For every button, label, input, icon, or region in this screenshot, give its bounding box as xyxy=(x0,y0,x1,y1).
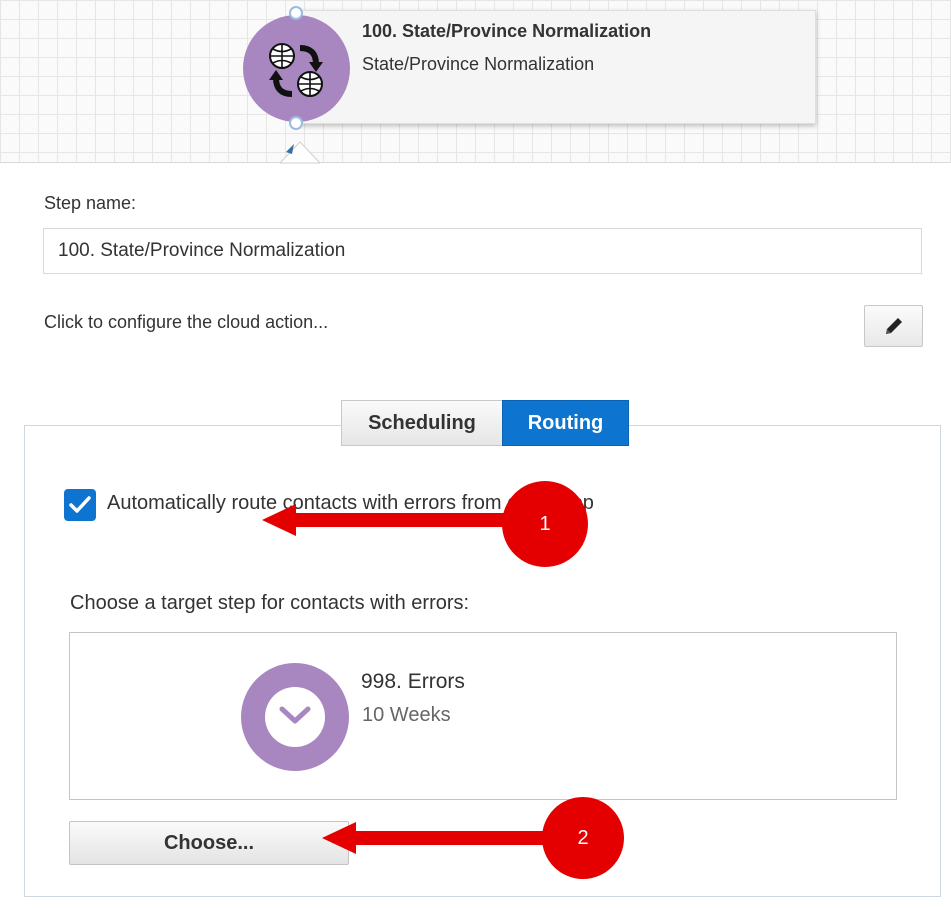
step-name-label: Step name: xyxy=(44,193,137,213)
pencil-icon xyxy=(886,318,902,334)
annotation-badge-2: 2 xyxy=(542,797,624,879)
globe-transform-icon xyxy=(269,43,323,97)
target-step-inner xyxy=(265,687,325,747)
panel-pointer xyxy=(280,141,320,164)
annotation-badge-1: 1 xyxy=(502,481,588,567)
annotation-arrow-2 xyxy=(322,822,552,854)
configure-cloud-action-text: Click to configure the cloud action... xyxy=(44,312,329,332)
target-step-title: 998. Errors xyxy=(361,670,465,693)
step-node-subtitle: State/Province Normalization xyxy=(362,54,595,74)
chevron-down-icon xyxy=(279,706,311,724)
checkmark-icon xyxy=(69,496,91,513)
choose-target-button[interactable]: Choose... xyxy=(69,821,349,865)
target-step-subtitle: 10 Weeks xyxy=(362,704,451,726)
node-input-port[interactable] xyxy=(289,6,303,20)
target-step-box xyxy=(69,632,897,800)
annotation-arrow-1 xyxy=(262,504,522,536)
tab-routing[interactable]: Routing xyxy=(502,400,629,446)
step-node-title: 100. State/Province Normalization xyxy=(362,21,652,41)
step-name-input[interactable] xyxy=(43,228,922,274)
edit-cloud-action-button[interactable] xyxy=(864,305,923,347)
choose-target-label: Choose a target step for contacts with e… xyxy=(70,592,470,614)
node-output-port[interactable] xyxy=(289,116,303,130)
tab-scheduling[interactable]: Scheduling xyxy=(341,400,503,446)
auto-route-checkbox[interactable] xyxy=(64,489,96,521)
